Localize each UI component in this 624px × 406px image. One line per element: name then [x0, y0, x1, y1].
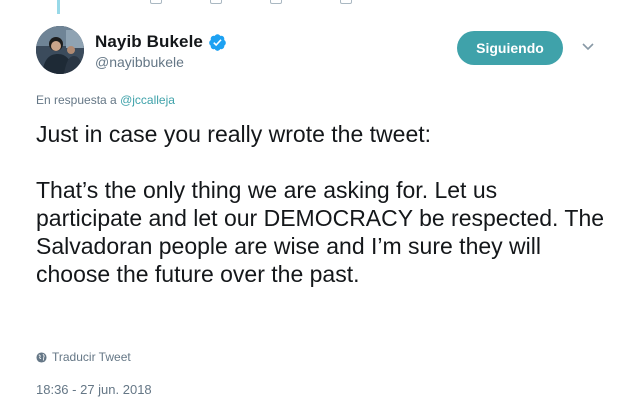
tweet-timestamp[interactable]: 18:36 - 27 jun. 2018 [36, 382, 152, 397]
author-handle[interactable]: @nayibbukele [95, 54, 184, 70]
tweet-text: Just in case you really wrote the tweet:… [36, 121, 605, 287]
chevron-down-icon[interactable] [581, 42, 595, 52]
globe-icon [36, 351, 47, 363]
author-display-name[interactable]: Nayib Bukele [95, 32, 203, 52]
translate-label: Traducir Tweet [52, 350, 131, 364]
action-icons-cutoff [150, 0, 370, 4]
following-button[interactable]: Siguiendo [457, 31, 563, 65]
reply-prefix: En respuesta a [36, 93, 117, 107]
retweet-icon[interactable] [210, 0, 222, 4]
avatar[interactable] [36, 26, 84, 74]
reply-icon[interactable] [150, 0, 162, 4]
author-name-row[interactable]: Nayib Bukele [95, 32, 227, 52]
thread-line [57, 0, 60, 14]
verified-badge-icon [209, 33, 226, 51]
avatar-photo [36, 26, 84, 74]
translate-tweet-link[interactable]: Traducir Tweet [36, 350, 131, 364]
reply-context: En respuesta a @jccalleja [36, 93, 175, 107]
tweet-detail: Nayib Bukele @nayibbukele Siguiendo En r… [0, 0, 624, 406]
message-icon[interactable] [340, 0, 352, 4]
reply-mention-link[interactable]: @jccalleja [120, 93, 175, 107]
like-icon[interactable] [270, 0, 282, 4]
